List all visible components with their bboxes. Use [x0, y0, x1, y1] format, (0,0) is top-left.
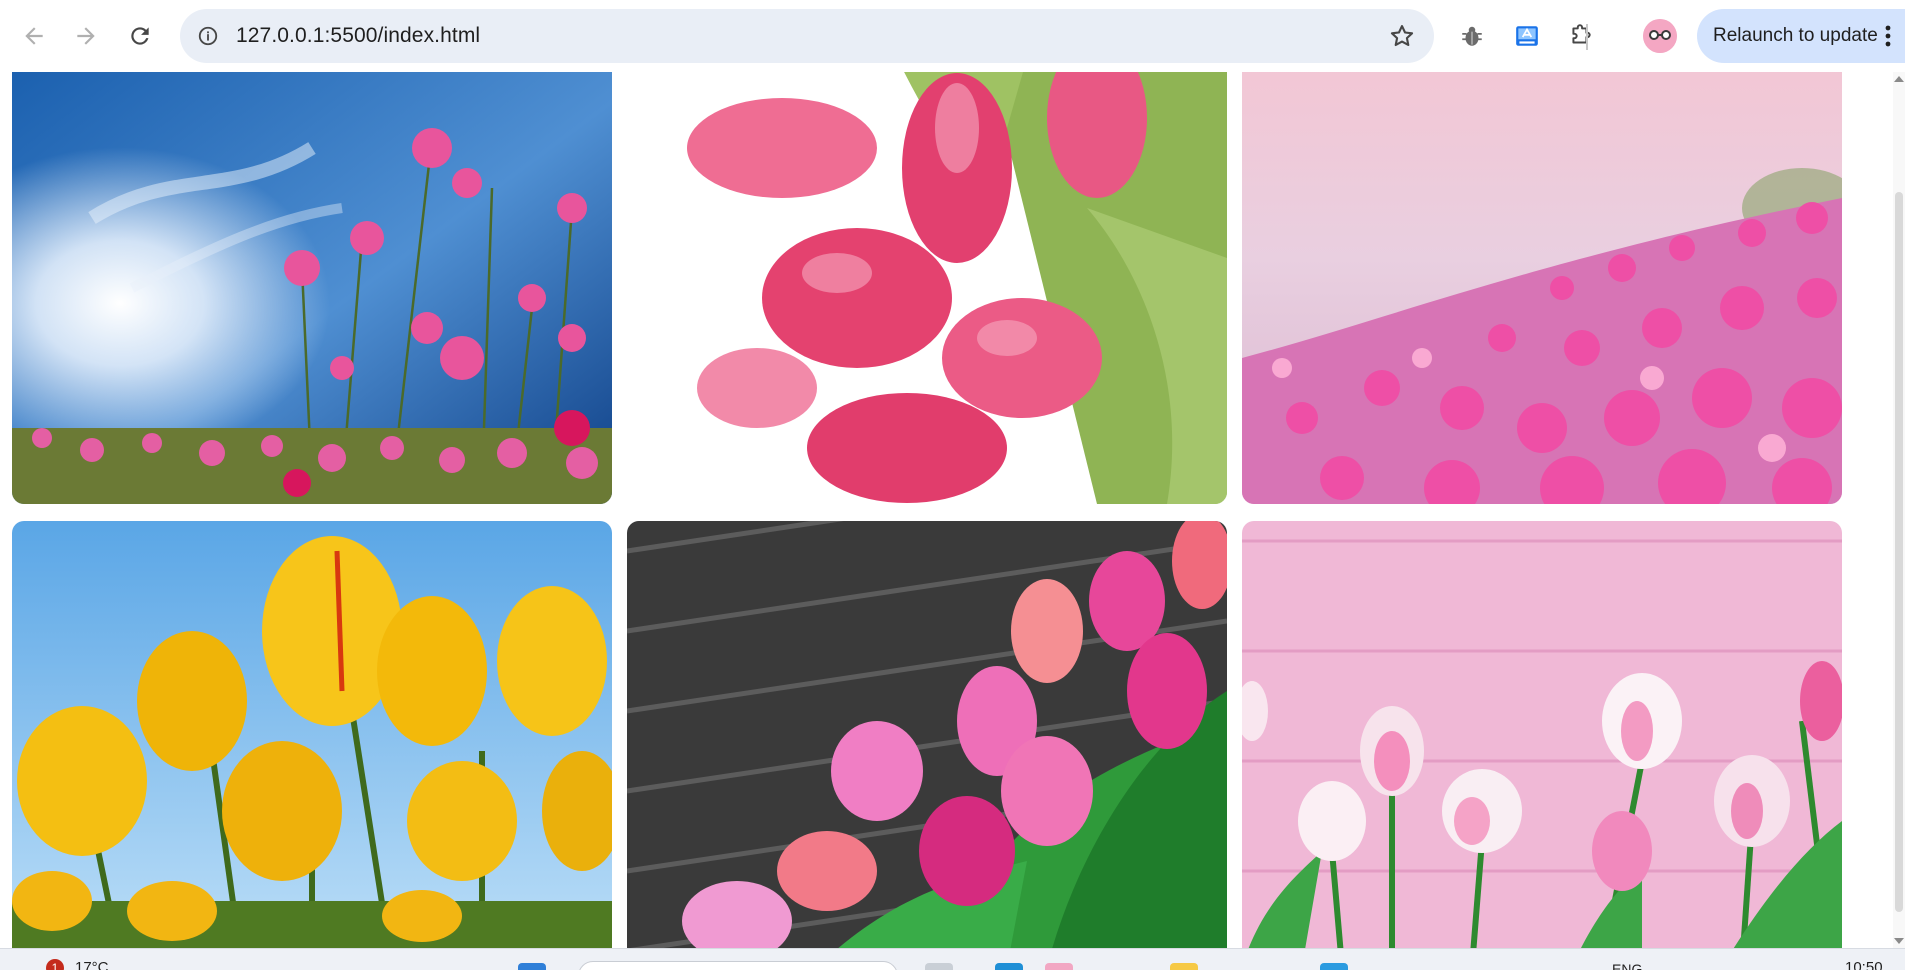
- gallery-image-tulips-dark-wood[interactable]: [627, 521, 1227, 948]
- address-bar[interactable]: 127.0.0.1:5500/index.html: [180, 9, 1434, 63]
- chrome-active-icon[interactable]: [1045, 963, 1073, 970]
- flower-image-4: [12, 521, 612, 948]
- extension-bug-button[interactable]: [1454, 18, 1490, 54]
- gallery-image-pink-cosmos-sky[interactable]: [12, 72, 612, 504]
- flower-image-6: [1242, 521, 1842, 948]
- flower-image-5: [627, 521, 1227, 948]
- file-explorer-icon[interactable]: [1170, 963, 1198, 970]
- arrow-right-icon: [77, 27, 95, 45]
- back-button[interactable]: [12, 14, 56, 58]
- bug-icon: [1462, 26, 1482, 46]
- page-viewport: [0, 72, 1905, 948]
- toolbar-divider: [1586, 24, 1588, 50]
- kebab-menu-icon[interactable]: [1881, 23, 1895, 49]
- site-info-button[interactable]: [194, 22, 222, 50]
- avatar[interactable]: [1643, 19, 1677, 53]
- scroll-down-icon[interactable]: [1894, 938, 1904, 944]
- notification-badge: 1: [46, 959, 64, 970]
- gallery-image-tulips-pink-wood[interactable]: [1242, 521, 1842, 948]
- relaunch-label: Relaunch to update: [1713, 25, 1878, 46]
- translate-icon: [1516, 26, 1538, 46]
- gallery-image-cosmos-field[interactable]: [1242, 72, 1842, 504]
- url-text: 127.0.0.1:5500/index.html: [236, 24, 481, 47]
- start-icon[interactable]: [518, 963, 546, 970]
- browser-toolbar: 127.0.0.1:5500/index.html Relaunch to up…: [0, 0, 1905, 72]
- extension-translate-button[interactable]: [1509, 18, 1545, 54]
- reload-button[interactable]: [118, 14, 162, 58]
- arrow-left-icon: [25, 27, 43, 45]
- weather-temperature[interactable]: 17°C: [75, 959, 109, 970]
- page-scrollbar[interactable]: [1893, 72, 1905, 948]
- puzzle-icon: [1572, 24, 1591, 44]
- os-taskbar: 1 17°C ENG 10:50: [0, 948, 1905, 970]
- taskbar-search-box[interactable]: [578, 961, 898, 970]
- scroll-up-icon[interactable]: [1894, 76, 1904, 82]
- gallery-image-yellow-tulips[interactable]: [12, 521, 612, 948]
- extensions-button[interactable]: [1563, 18, 1599, 54]
- system-clock[interactable]: 10:50: [1845, 959, 1883, 970]
- scrollbar-thumb[interactable]: [1895, 192, 1903, 912]
- relaunch-to-update-button[interactable]: Relaunch to update: [1697, 9, 1905, 63]
- edge-icon[interactable]: [995, 963, 1023, 970]
- profile-avatar-icon: [1643, 19, 1677, 53]
- reload-icon: [131, 27, 149, 45]
- info-icon: [198, 26, 218, 46]
- taskview-icon[interactable]: [925, 963, 953, 970]
- gallery-image-pink-tulip-bouquet[interactable]: [627, 72, 1227, 504]
- language-indicator[interactable]: ENG: [1612, 961, 1642, 970]
- flower-image-1: [12, 72, 612, 504]
- flower-image-2: [627, 72, 1227, 504]
- forward-button[interactable]: [64, 14, 108, 58]
- vscode-icon[interactable]: [1320, 963, 1348, 970]
- flower-image-3: [1242, 72, 1842, 504]
- star-icon[interactable]: [1388, 22, 1416, 50]
